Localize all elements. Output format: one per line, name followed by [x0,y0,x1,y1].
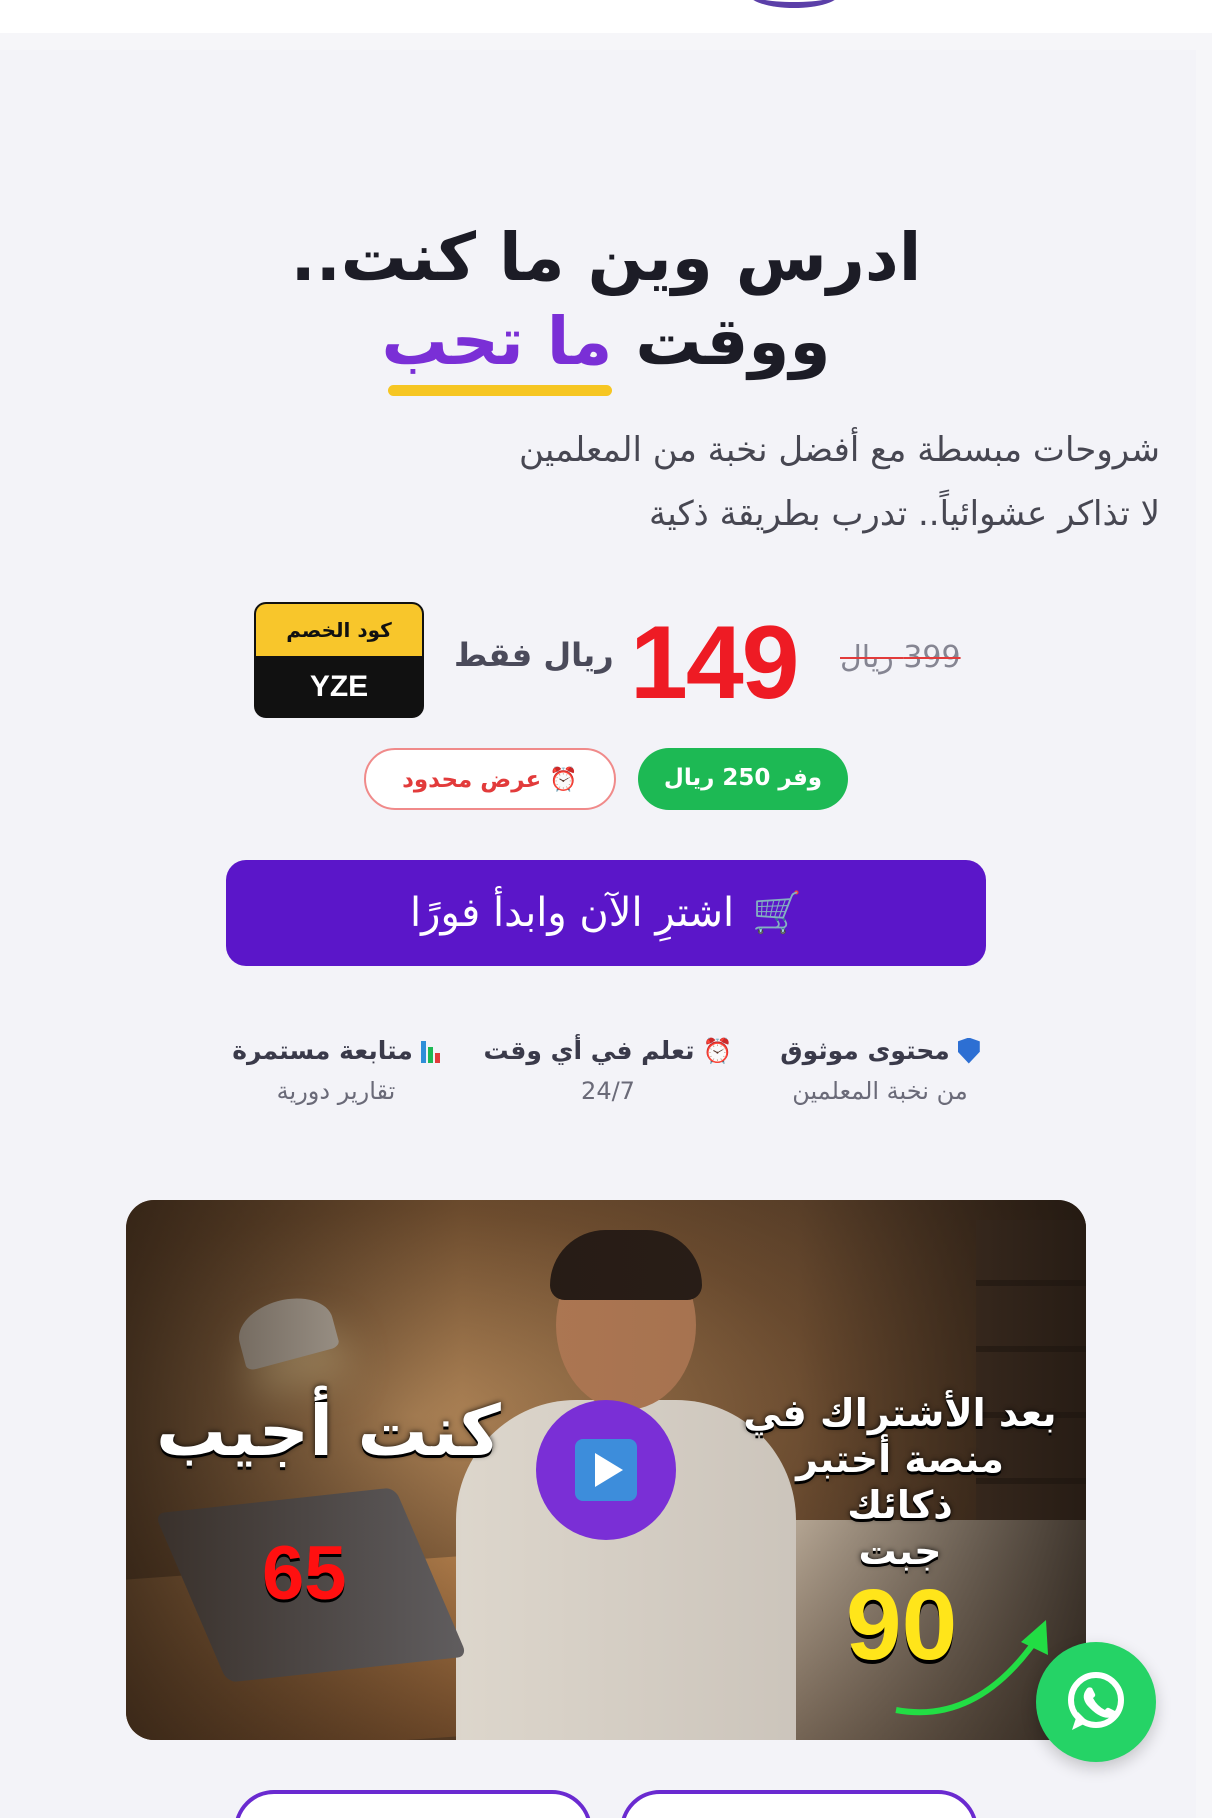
hero-title-highlight-text: ما تحب [381,303,613,380]
hero-subtitle-line1: شروحات مبسطة مع أفضل نخبة من المعلمين [519,430,1160,470]
secondary-button-right[interactable] [620,1790,978,1818]
feature-title: متابعة مستمرة [232,1036,413,1065]
whatsapp-button[interactable] [1036,1642,1156,1762]
video-left-score: 65 [262,1531,347,1616]
coupon-box[interactable]: كود الخصم YZE [254,602,424,718]
alarm-clock-icon: ⏰ [549,767,578,793]
feature-subtitle: 24/7 [581,1077,635,1105]
limited-offer-badge: ⏰ عرض محدود [364,748,616,810]
secondary-button-left[interactable] [234,1790,592,1818]
cart-icon: 🛒 [752,890,802,936]
hero-title-line1: ادرس وين ما كنت.. [290,219,922,296]
hero-title-highlight: ما تحب [381,300,613,396]
hero-title-line2: ووقت ما تحب [0,300,1212,396]
feature-subtitle: تقارير دورية [276,1077,396,1105]
bar-chart-icon [420,1039,440,1063]
logo[interactable] [748,0,840,8]
limited-offer-label: عرض محدود [402,767,542,793]
feature-tracking: متابعة مستمرة تقارير دورية [196,1036,476,1105]
video-right-caption: بعد الأشتراك في منصة أختبر ذكائك جبت [740,1390,1060,1574]
hero-subtitle-line2: لا تذاكر عشوائياً.. تدرب بطريقة ذكية [648,494,1160,534]
new-price: 149 [630,605,800,721]
coupon-code: YZE [309,670,369,703]
promo-video[interactable]: كنت أجيب 65 بعد الأشتراك في منصة أختبر ذ… [126,1200,1086,1740]
feature-title: تعلم في أي وقت [483,1036,695,1065]
play-button[interactable] [536,1400,676,1540]
coupon-label: كود الخصم [256,604,422,656]
whatsapp-icon [1068,1672,1124,1730]
save-badge: وفر 250 ريال [638,748,848,810]
play-icon [575,1439,637,1501]
video-left-caption: كنت أجيب [156,1390,501,1472]
video-right-caption-line2: منصة أختبر ذكائك [796,1437,1004,1527]
price-suffix: ريال فقط [454,636,614,674]
video-right-caption-line1: بعد الأشتراك في [743,1391,1057,1435]
buy-now-button[interactable]: 🛒 اشترِ الآن وابدأ فورًا [226,860,986,966]
feature-trusted-content: محتوى موثوق من نخبة المعلمين [740,1036,1020,1105]
landing-page: ادرس وين ما كنت.. ووقت ما تحب شروحات مبس… [0,0,1212,1818]
hero-title-plain: ووقت [635,303,831,380]
site-header [0,0,1212,33]
feature-anytime: ⏰ تعلم في أي وقت 24/7 [468,1036,748,1105]
highlight-underline [387,385,613,396]
buy-now-label: اشترِ الآن وابدأ فورًا [410,890,735,936]
feature-subtitle: من نخبة المعلمين [792,1077,968,1105]
feature-title: محتوى موثوق [780,1036,950,1065]
old-price: 399 ريال [840,640,961,675]
shield-icon [957,1037,980,1064]
clock-icon: ⏰ [702,1036,733,1065]
